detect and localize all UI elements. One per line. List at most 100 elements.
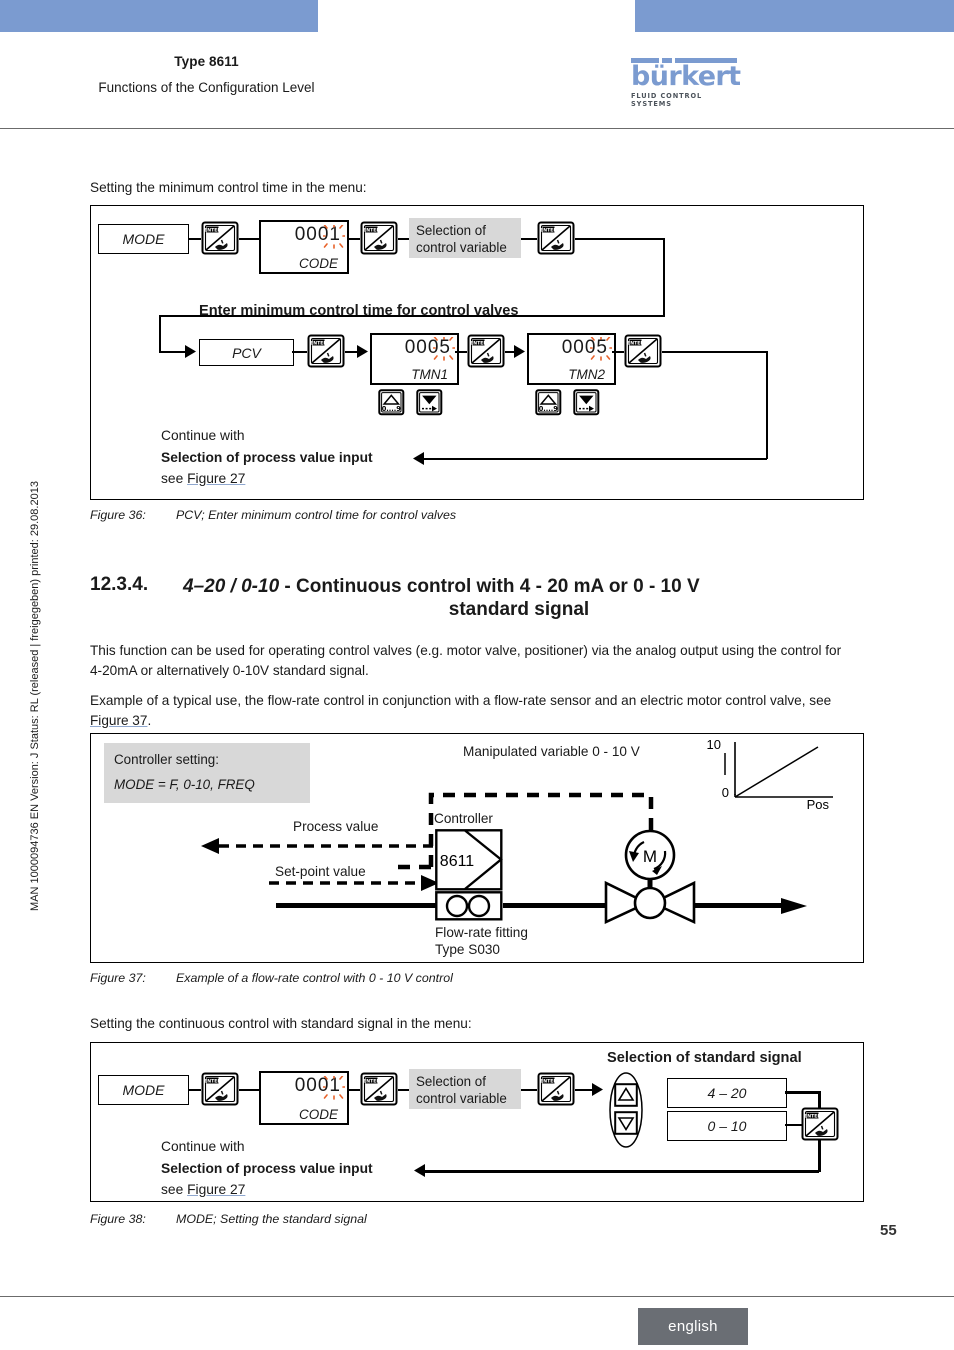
enter-button[interactable]: ENTER — [467, 334, 505, 368]
controller-label: Controller — [434, 811, 493, 826]
process-value-arrow — [201, 838, 437, 854]
enter-button[interactable]: ENTER — [201, 221, 239, 255]
wire — [398, 1089, 409, 1091]
svg-text:ENTER: ENTER — [627, 341, 644, 347]
controller-box: 8611 — [435, 829, 503, 891]
flow-direction-arrow-icon — [781, 898, 807, 914]
arrow-head-icon — [185, 345, 196, 358]
arrow-head-icon — [357, 345, 368, 358]
logo-wordmark: bürkert — [631, 61, 741, 92]
arrow-head-icon — [592, 1083, 603, 1096]
header-type-line: Type 8611 — [174, 54, 239, 69]
pcv-box[interactable]: PCV — [199, 339, 294, 366]
svg-text:ENTER: ENTER — [310, 341, 327, 347]
figure38-caption-text: MODE; Setting the standard signal — [176, 1212, 367, 1226]
see-prefix: see — [161, 471, 188, 486]
header-rule — [0, 128, 954, 129]
section-title-rest: - Continuous control with 4 - 20 mA or 0… — [279, 576, 700, 597]
mode-box[interactable]: MODE — [98, 1075, 189, 1105]
enter-button[interactable]: ENTER — [537, 221, 575, 255]
svg-text:0....9: 0....9 — [539, 405, 559, 413]
logo-tagline: FLUID CONTROL SYSTEMS — [631, 92, 703, 108]
increment-button[interactable]: 0....9 — [378, 389, 405, 416]
svg-text:10: 10 — [707, 739, 721, 752]
selection-line-1: Selection of — [416, 1074, 486, 1089]
wire — [521, 238, 537, 240]
continue-line-3: see Figure 27 — [161, 471, 245, 486]
code-label: CODE — [298, 256, 338, 271]
wire — [398, 238, 409, 240]
figure37-caption-text: Example of a flow-rate control with 0 - … — [176, 971, 453, 985]
figure38-caption: Figure 38: MODE; Setting the standard sig… — [90, 1212, 367, 1226]
paragraph-2-post: . — [147, 712, 152, 728]
scroll-up-button[interactable] — [614, 1083, 638, 1107]
enter-button[interactable]: ENTER — [801, 1107, 839, 1141]
continue-line-1: Continue with — [161, 428, 245, 443]
header-subtitle: Functions of the Configuration Level — [98, 80, 315, 95]
wire — [575, 238, 665, 240]
fitting-line-1: Flow-rate fitting — [435, 925, 528, 940]
increment-button[interactable]: 0....9 — [535, 389, 562, 416]
code-display: 0001 CODE — [259, 220, 349, 274]
wire — [187, 1089, 201, 1091]
svg-text:8611: 8611 — [440, 853, 475, 870]
wire — [292, 351, 307, 353]
figure37-caption-number: Figure 37: — [90, 971, 146, 985]
wire — [818, 1139, 821, 1172]
figure37-frame: Controller setting: MODE = F, 0-10, FREQ… — [90, 733, 864, 963]
continue-line-2: Selection of process value input — [161, 1161, 373, 1176]
svg-text:ENTER: ENTER — [804, 1114, 821, 1120]
continue-line-1: Continue with — [161, 1139, 245, 1154]
blink-indicator-icon — [323, 1076, 345, 1100]
manipulated-variable-path — [396, 792, 659, 872]
enter-button[interactable]: ENTER — [624, 334, 662, 368]
enter-button[interactable]: ENTER — [537, 1072, 575, 1106]
option-0-10-box[interactable]: 0 – 10 — [667, 1111, 787, 1141]
figure36-caption-number: Figure 36: — [90, 508, 146, 522]
decrement-button[interactable] — [416, 389, 443, 416]
flow-rate-fitting-symbol — [435, 891, 503, 921]
option-4-20-box[interactable]: 4 – 20 — [667, 1078, 787, 1108]
mode-label: MODE — [122, 1082, 165, 1098]
header-blue-bar-right — [635, 0, 954, 32]
wire — [187, 238, 201, 240]
option-4-20-label: 4 – 20 — [707, 1085, 747, 1101]
blink-indicator-icon — [433, 337, 455, 361]
wire — [766, 351, 768, 459]
footer-language-badge: english — [638, 1308, 748, 1345]
decrement-button[interactable] — [573, 389, 600, 416]
manipulated-variable-label: Manipulated variable 0 - 10 V — [463, 744, 640, 759]
section-title-italic: 4–20 / 0-10 — [183, 576, 280, 597]
intro-text-figure36: Setting the minimum control time in the … — [90, 180, 367, 195]
burkert-logo: bürkert FLUID CONTROL SYSTEMS — [631, 58, 741, 108]
arrow-head-icon — [514, 345, 525, 358]
page-number: 55 — [880, 1222, 897, 1239]
document-metadata-sidebar: MAN 1000094736 EN Version: J Status: RL … — [29, 481, 41, 911]
blink-indicator-icon — [323, 225, 345, 249]
figure37-link[interactable]: Figure 37 — [90, 713, 147, 728]
continue-line-3: see Figure 27 — [161, 1182, 245, 1197]
figure27-link[interactable]: Figure 27 — [187, 1182, 245, 1197]
intro-text-figure38: Setting the continuous control with stan… — [90, 1016, 472, 1031]
enter-button[interactable]: ENTER — [201, 1072, 239, 1106]
svg-text:ENTER: ENTER — [470, 341, 487, 347]
wire — [239, 1089, 259, 1091]
mode-box[interactable]: MODE — [98, 224, 189, 254]
selection-of-control-variable-box: Selection of control variable — [409, 1069, 521, 1109]
wire — [159, 351, 187, 353]
wire — [575, 1089, 593, 1091]
figure27-link[interactable]: Figure 27 — [187, 471, 245, 486]
arrow-head-left-icon — [414, 1164, 425, 1177]
wire — [423, 1170, 819, 1173]
selection-line-1: Selection of — [416, 223, 486, 238]
svg-text:ENTER: ENTER — [363, 1079, 380, 1085]
enter-button[interactable]: ENTER — [360, 1072, 398, 1106]
figure36-subsection-title: Enter minimum control time for control v… — [199, 303, 519, 319]
enter-button[interactable]: ENTER — [307, 334, 345, 368]
wire — [662, 351, 768, 353]
header-blue-bar-left — [0, 0, 318, 32]
enter-button[interactable]: ENTER — [360, 221, 398, 255]
mode-label: MODE — [122, 231, 165, 247]
scroll-down-button[interactable] — [614, 1111, 638, 1135]
tmn1-display: 0005 TMN1 — [370, 333, 459, 385]
